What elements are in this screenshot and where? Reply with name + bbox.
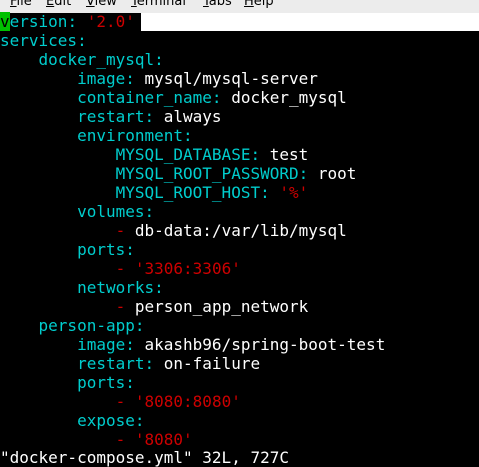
line-mysql-ports: ports: (77, 240, 135, 259)
line-docker-mysql: docker_mysql: (38, 50, 164, 69)
line-app-port-item: - '8080:8080' (115, 392, 241, 411)
line-env-root-pw: MYSQL_ROOT_PASSWORD: root (115, 164, 357, 183)
line-mysql-port-item: - '3306:3306' (115, 259, 241, 278)
cursor: v (0, 12, 10, 31)
white-bar (141, 13, 479, 31)
menu-file[interactable]: File (10, 0, 32, 10)
line-app-image: image: akashb96/spring-boot-test (77, 335, 386, 354)
line-restart-always: restart: always (77, 107, 222, 126)
menu-tabs[interactable]: Tabs (203, 0, 232, 10)
line-network-item: - person_app_network (115, 297, 309, 316)
line-networks: networks: (77, 278, 164, 297)
line-env-db: MYSQL_DATABASE: test (115, 145, 309, 164)
line-volume-item: - db-data:/var/lib/mysql (115, 221, 347, 240)
line-expose: expose: (77, 411, 145, 430)
vim-editor[interactable]: version: '2.0' services: docker_mysql: i… (0, 12, 479, 449)
menu-edit[interactable]: Edit (46, 0, 71, 10)
menu-view[interactable]: View (86, 0, 117, 10)
line-expose-item: - '8080' (115, 430, 193, 449)
line-container-name: container_name: docker_mysql (77, 88, 347, 107)
line-env-root-host: MYSQL_ROOT_HOST: '%' (115, 183, 309, 202)
line-app-ports: ports: (77, 373, 135, 392)
version-key-rest: ersion (9, 12, 68, 31)
menu-terminal[interactable]: Terminal (131, 0, 186, 10)
line-volumes: volumes: (77, 202, 155, 221)
line-mysql-image: image: mysql/mysql-server (77, 69, 318, 88)
line-restart-failure: restart: on-failure (77, 354, 261, 373)
menu-help[interactable]: Help (244, 0, 274, 10)
version-value: '2.0' (86, 12, 135, 31)
line-version: version: '2.0' (0, 12, 479, 31)
line-services: services: (0, 31, 87, 50)
line-person-app: person-app: (38, 316, 145, 335)
status-line: "docker-compose.yml" 32L, 727C (0, 448, 289, 467)
line-environment: environment: (77, 126, 193, 145)
